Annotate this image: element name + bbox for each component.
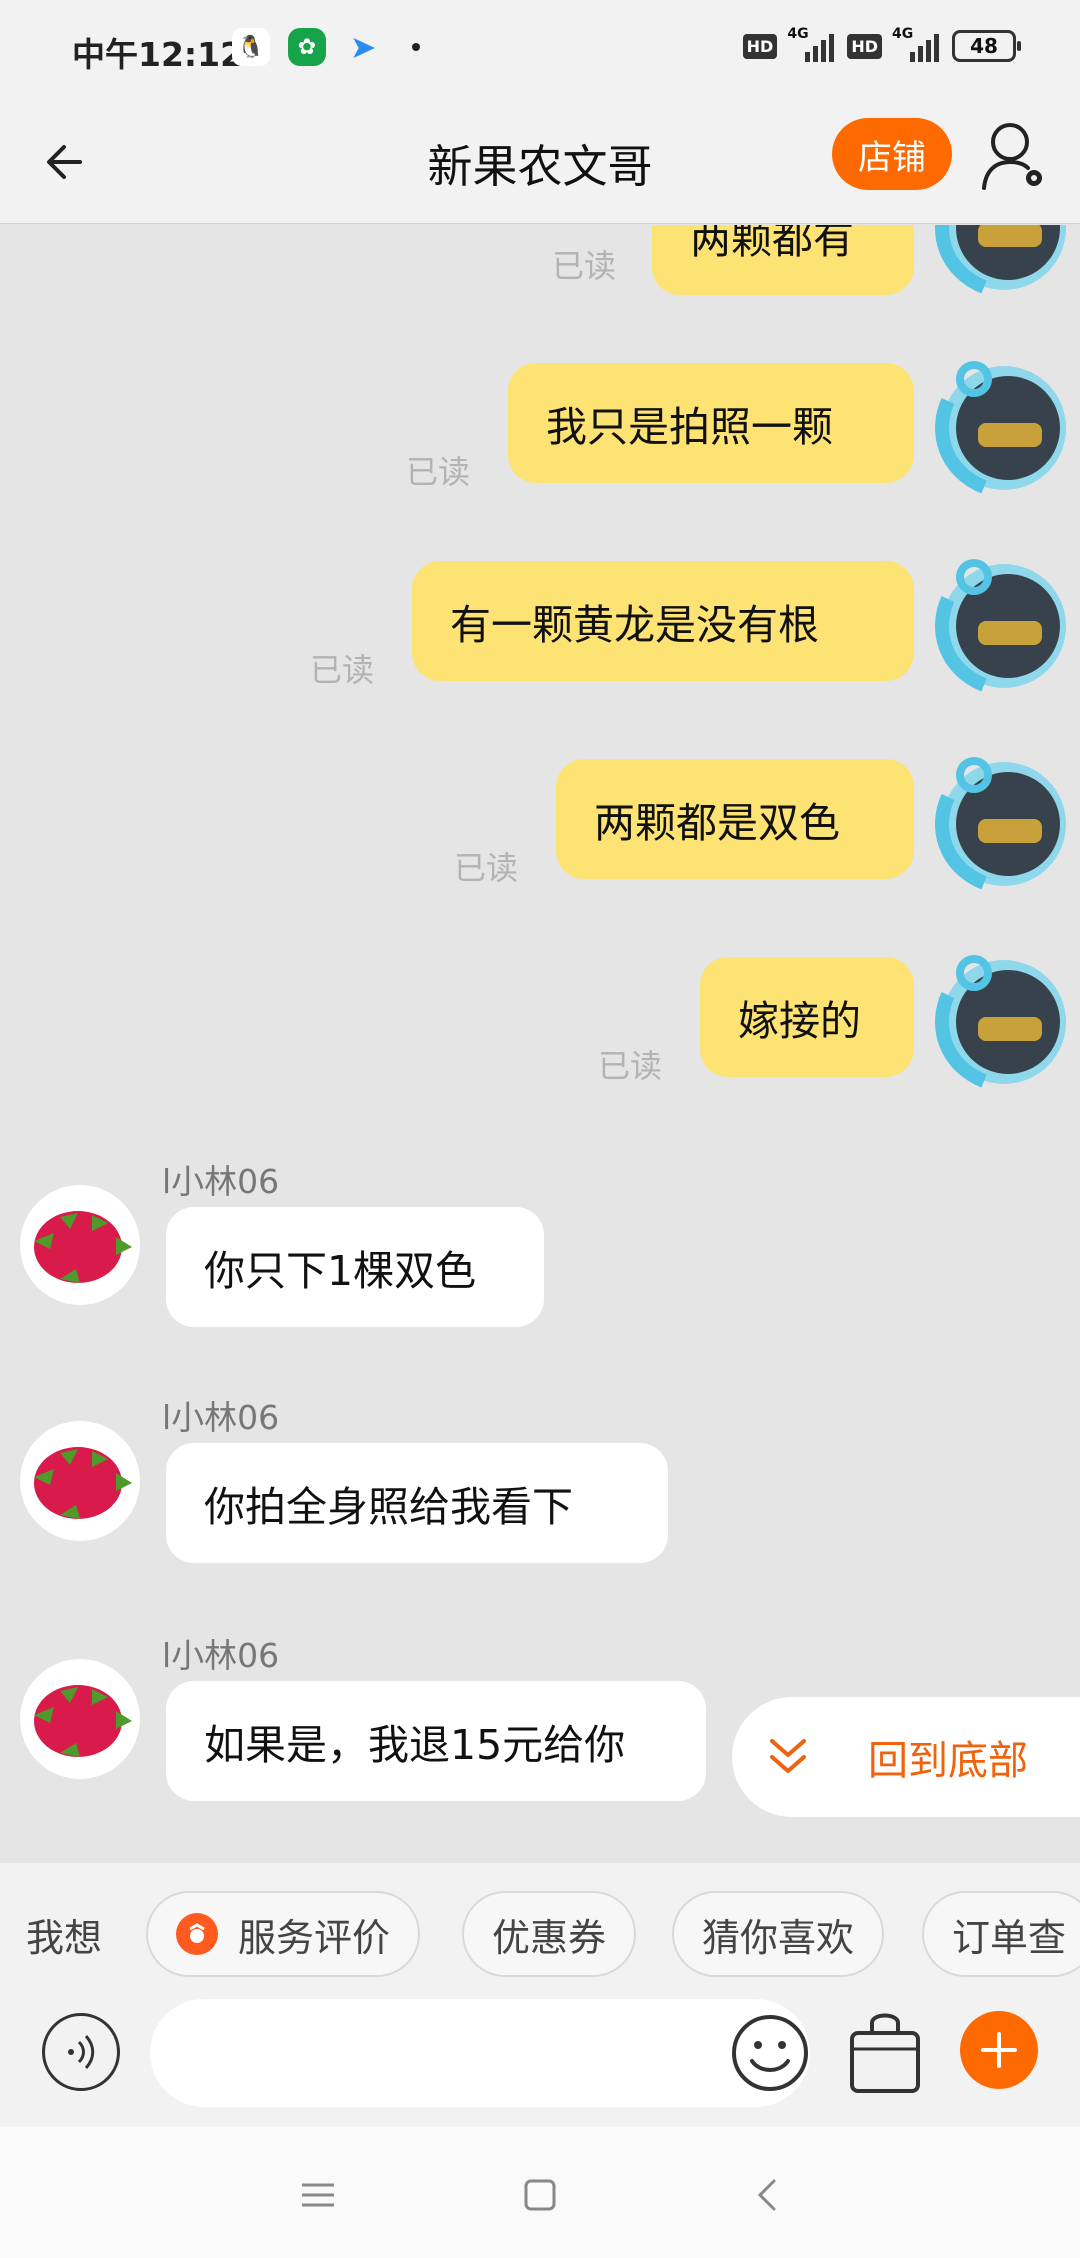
user-settings-icon[interactable] (980, 118, 1050, 194)
back-to-bottom-button[interactable]: 回到底部 (732, 1697, 1080, 1817)
voice-icon (68, 2034, 95, 2070)
signal-icon: 4G (787, 26, 837, 62)
message-sent: 已读 两颗都有 (0, 225, 1080, 355)
message-sent: 已读 有一颗黄龙是没有根 (0, 559, 1080, 699)
chip-service-rating[interactable]: 服务评价 (146, 1891, 421, 1977)
my-avatar[interactable] (926, 559, 1072, 693)
chip-order-query[interactable]: 订单查 (922, 1891, 1080, 1977)
message-input-bar (0, 1993, 1080, 2127)
read-status: 已读 (598, 1047, 663, 1085)
message-bubble[interactable]: 两颗都有 (652, 225, 914, 295)
dragon-fruit-icon (34, 1447, 132, 1519)
emoji-icon[interactable] (730, 2013, 810, 2093)
hd-icon-2: HD (847, 33, 882, 59)
read-status: 已读 (552, 247, 617, 285)
voice-input-button[interactable] (42, 2013, 120, 2091)
chat-messages[interactable]: 已读 两颗都有 已读 我只是拍照一颗 已读 有一颗黄龙是没有根 已读 两颗都是双… (0, 225, 1080, 1863)
sender-name: l小林06 (162, 1636, 280, 1675)
signal-icon-2: 4G (892, 26, 942, 62)
message-bubble[interactable]: 两颗都是双色 (556, 759, 914, 879)
read-status: 已读 (310, 651, 375, 689)
message-bubble[interactable]: 你只下1棵双色 (166, 1207, 544, 1327)
message-bubble[interactable]: 我只是拍照一颗 (508, 363, 914, 483)
message-bubble[interactable]: 你拍全身照给我看下 (166, 1443, 668, 1563)
quick-actions-label: 我想 (26, 1916, 103, 1960)
chip-guess-you-like[interactable]: 猜你喜欢 (672, 1891, 885, 1977)
my-avatar[interactable] (926, 361, 1072, 495)
status-bar: 中午12:12 🐧 ✿ ➤ HD 4G HD 4G 48 (0, 0, 1080, 100)
battery-icon: 48 (952, 30, 1021, 62)
more-actions-button[interactable] (960, 2011, 1038, 2089)
service-rating-icon (176, 1913, 218, 1955)
message-input[interactable] (150, 1999, 810, 2107)
chat-header: 新果农文哥 店铺 (0, 100, 1080, 224)
chip-coupon[interactable]: 优惠券 (462, 1891, 637, 1977)
sender-name: l小林06 (162, 1162, 280, 1201)
status-time: 中午12:12 (72, 35, 244, 74)
paper-plane-icon: ➤ (349, 28, 377, 66)
message-sent: 已读 我只是拍照一颗 (0, 361, 1080, 501)
message-received: l小林06 你只下1棵双色 (0, 1155, 1080, 1375)
my-avatar[interactable] (926, 757, 1072, 891)
message-bubble[interactable]: 嫁接的 (700, 957, 914, 1077)
home-square-icon[interactable] (518, 2173, 562, 2217)
app-notification-icon: ✿ (288, 28, 326, 66)
nav-back-icon[interactable] (746, 2173, 790, 2217)
message-bubble[interactable]: 如果是，我退15元给你 (166, 1681, 706, 1801)
dragon-fruit-icon (34, 1211, 132, 1283)
contact-avatar[interactable] (20, 1659, 140, 1779)
hd-icon: HD (742, 33, 778, 59)
qq-icon: 🐧 (232, 28, 270, 66)
dragon-fruit-icon (34, 1685, 132, 1757)
quick-actions-bar: 我想 服务评价 优惠券 猜你喜欢 订单查 (0, 1863, 1080, 1993)
message-received: l小林06 你拍全身照给我看下 (0, 1391, 1080, 1611)
contact-avatar[interactable] (20, 1421, 140, 1541)
read-status: 已读 (406, 453, 471, 491)
plus-icon (981, 2032, 1017, 2068)
double-chevron-down-icon (770, 1739, 806, 1773)
notification-icons: 🐧 ✿ ➤ (232, 28, 420, 66)
system-icons: HD 4G HD 4G 48 (742, 26, 1021, 62)
message-bubble[interactable]: 有一颗黄龙是没有根 (412, 561, 914, 681)
system-navigation-bar (0, 2127, 1080, 2258)
contact-avatar[interactable] (20, 1185, 140, 1305)
my-avatar[interactable] (926, 955, 1072, 1089)
message-sent: 已读 嫁接的 (0, 955, 1080, 1095)
sender-name: l小林06 (162, 1398, 280, 1437)
message-sent: 已读 两颗都是双色 (0, 757, 1080, 897)
store-button[interactable]: 店铺 (832, 118, 952, 190)
back-to-bottom-label: 回到底部 (868, 1738, 1028, 1784)
shopping-bag-icon[interactable] (848, 2009, 922, 2095)
menu-icon[interactable] (296, 2173, 340, 2217)
my-avatar[interactable] (926, 225, 1072, 295)
more-notifications-dot-icon (412, 43, 420, 51)
read-status: 已读 (454, 849, 519, 887)
